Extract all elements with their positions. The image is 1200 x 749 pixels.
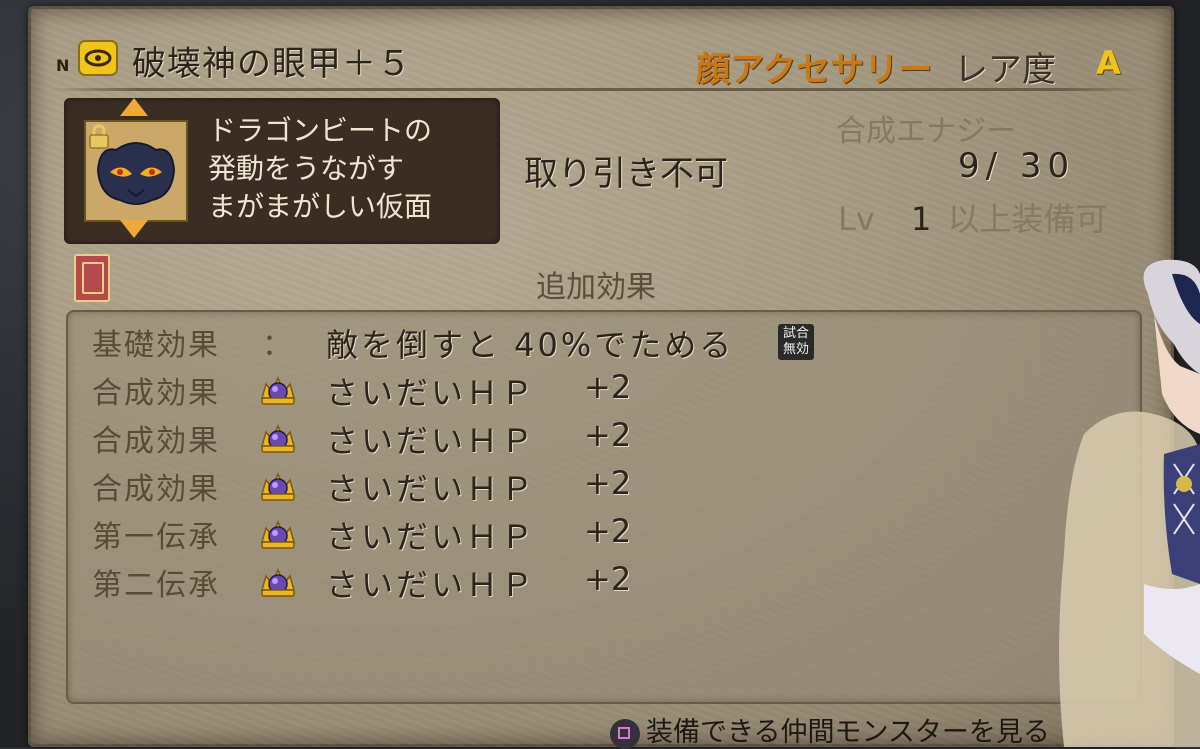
description-line: まがまがしい仮面 — [208, 190, 433, 223]
item-description: ドラゴンビートの 発動をうながす まがまがしい仮面 — [208, 112, 498, 226]
purple-orb-icon — [261, 520, 295, 549]
effect-value: さいだいＨＰ — [326, 566, 537, 604]
purple-orb-icon — [261, 568, 295, 597]
effect-plus: +2 — [584, 464, 632, 502]
item-image-frame — [84, 120, 188, 222]
effect-value: 敵を倒すと 40%でためる — [326, 326, 735, 364]
effect-plus: +2 — [584, 368, 632, 406]
accessory-eye-icon — [78, 40, 118, 76]
square-button-icon — [610, 718, 640, 749]
arrow-down-icon[interactable] — [120, 220, 148, 238]
effect-plus: +2 — [584, 560, 632, 598]
rarity-label: レア度 — [954, 50, 1056, 90]
effect-value: さいだいＨＰ — [326, 374, 537, 412]
book-icon[interactable] — [74, 254, 110, 302]
arrow-up-icon[interactable] — [120, 98, 148, 116]
effect-label: 基礎効果 — [92, 328, 220, 363]
effect-value: さいだいＨＰ — [326, 422, 537, 460]
effects-list: 基礎効果 ： 敵を倒すと 40%でためる 試合 無効 合成効果 さいだいＨＰ +… — [66, 310, 1142, 704]
energy-label: 合成エナジー — [836, 114, 1016, 149]
description-line: 発動をうながす — [208, 152, 405, 185]
effect-plus: +2 — [584, 416, 632, 454]
energy-value: 9/ 30 — [958, 146, 1076, 186]
item-header: N 破壊神の眼甲＋５ 顔アクセサリー レア度 A — [28, 6, 1174, 90]
item-detail-panel: N 破壊神の眼甲＋５ 顔アクセサリー レア度 A ドラゴンビートの 発動をうなが… — [28, 6, 1174, 749]
effect-label: 第一伝承 — [92, 520, 220, 555]
character-portrait — [1044, 254, 1200, 747]
purple-orb-icon — [261, 376, 295, 405]
level-requirement: Lv 1 以上装備可 — [838, 194, 1107, 240]
effect-label: 合成効果 — [92, 424, 220, 459]
view-monsters-button[interactable]: 装備できる仲間モンスターを見る — [610, 710, 1050, 749]
effect-plus: +2 — [584, 512, 632, 550]
effect-label: 第二伝承 — [92, 568, 220, 603]
effect-value: さいだいＨＰ — [326, 518, 537, 556]
effect-label: 合成効果 — [92, 376, 220, 411]
effect-colon: ： — [262, 328, 292, 363]
footer-label: 装備できる仲間モンスターを見る — [646, 717, 1050, 748]
level-prefix: Lv — [838, 200, 875, 238]
level-value: 1 — [910, 200, 932, 238]
purple-orb-icon — [261, 472, 295, 501]
item-category: 顔アクセサリー — [696, 50, 933, 90]
level-suffix: 以上装備可 — [947, 200, 1108, 238]
divider — [50, 88, 1150, 91]
match-invalid-badge: 試合 無効 — [778, 324, 814, 360]
rarity-value: A — [1096, 44, 1121, 82]
effect-value: さいだいＨＰ — [326, 470, 537, 508]
rank-mark: N — [56, 56, 70, 75]
lock-icon — [89, 124, 109, 149]
effects-title: 追加効果 — [536, 270, 656, 305]
item-name: 破壊神の眼甲＋５ — [132, 44, 412, 84]
description-line: ドラゴンビートの — [208, 114, 433, 147]
trade-status: 取り引き不可 — [524, 154, 728, 194]
description-box: ドラゴンビートの 発動をうながす まがまがしい仮面 — [64, 98, 500, 244]
purple-orb-icon — [261, 424, 295, 453]
effect-label: 合成効果 — [92, 472, 220, 507]
